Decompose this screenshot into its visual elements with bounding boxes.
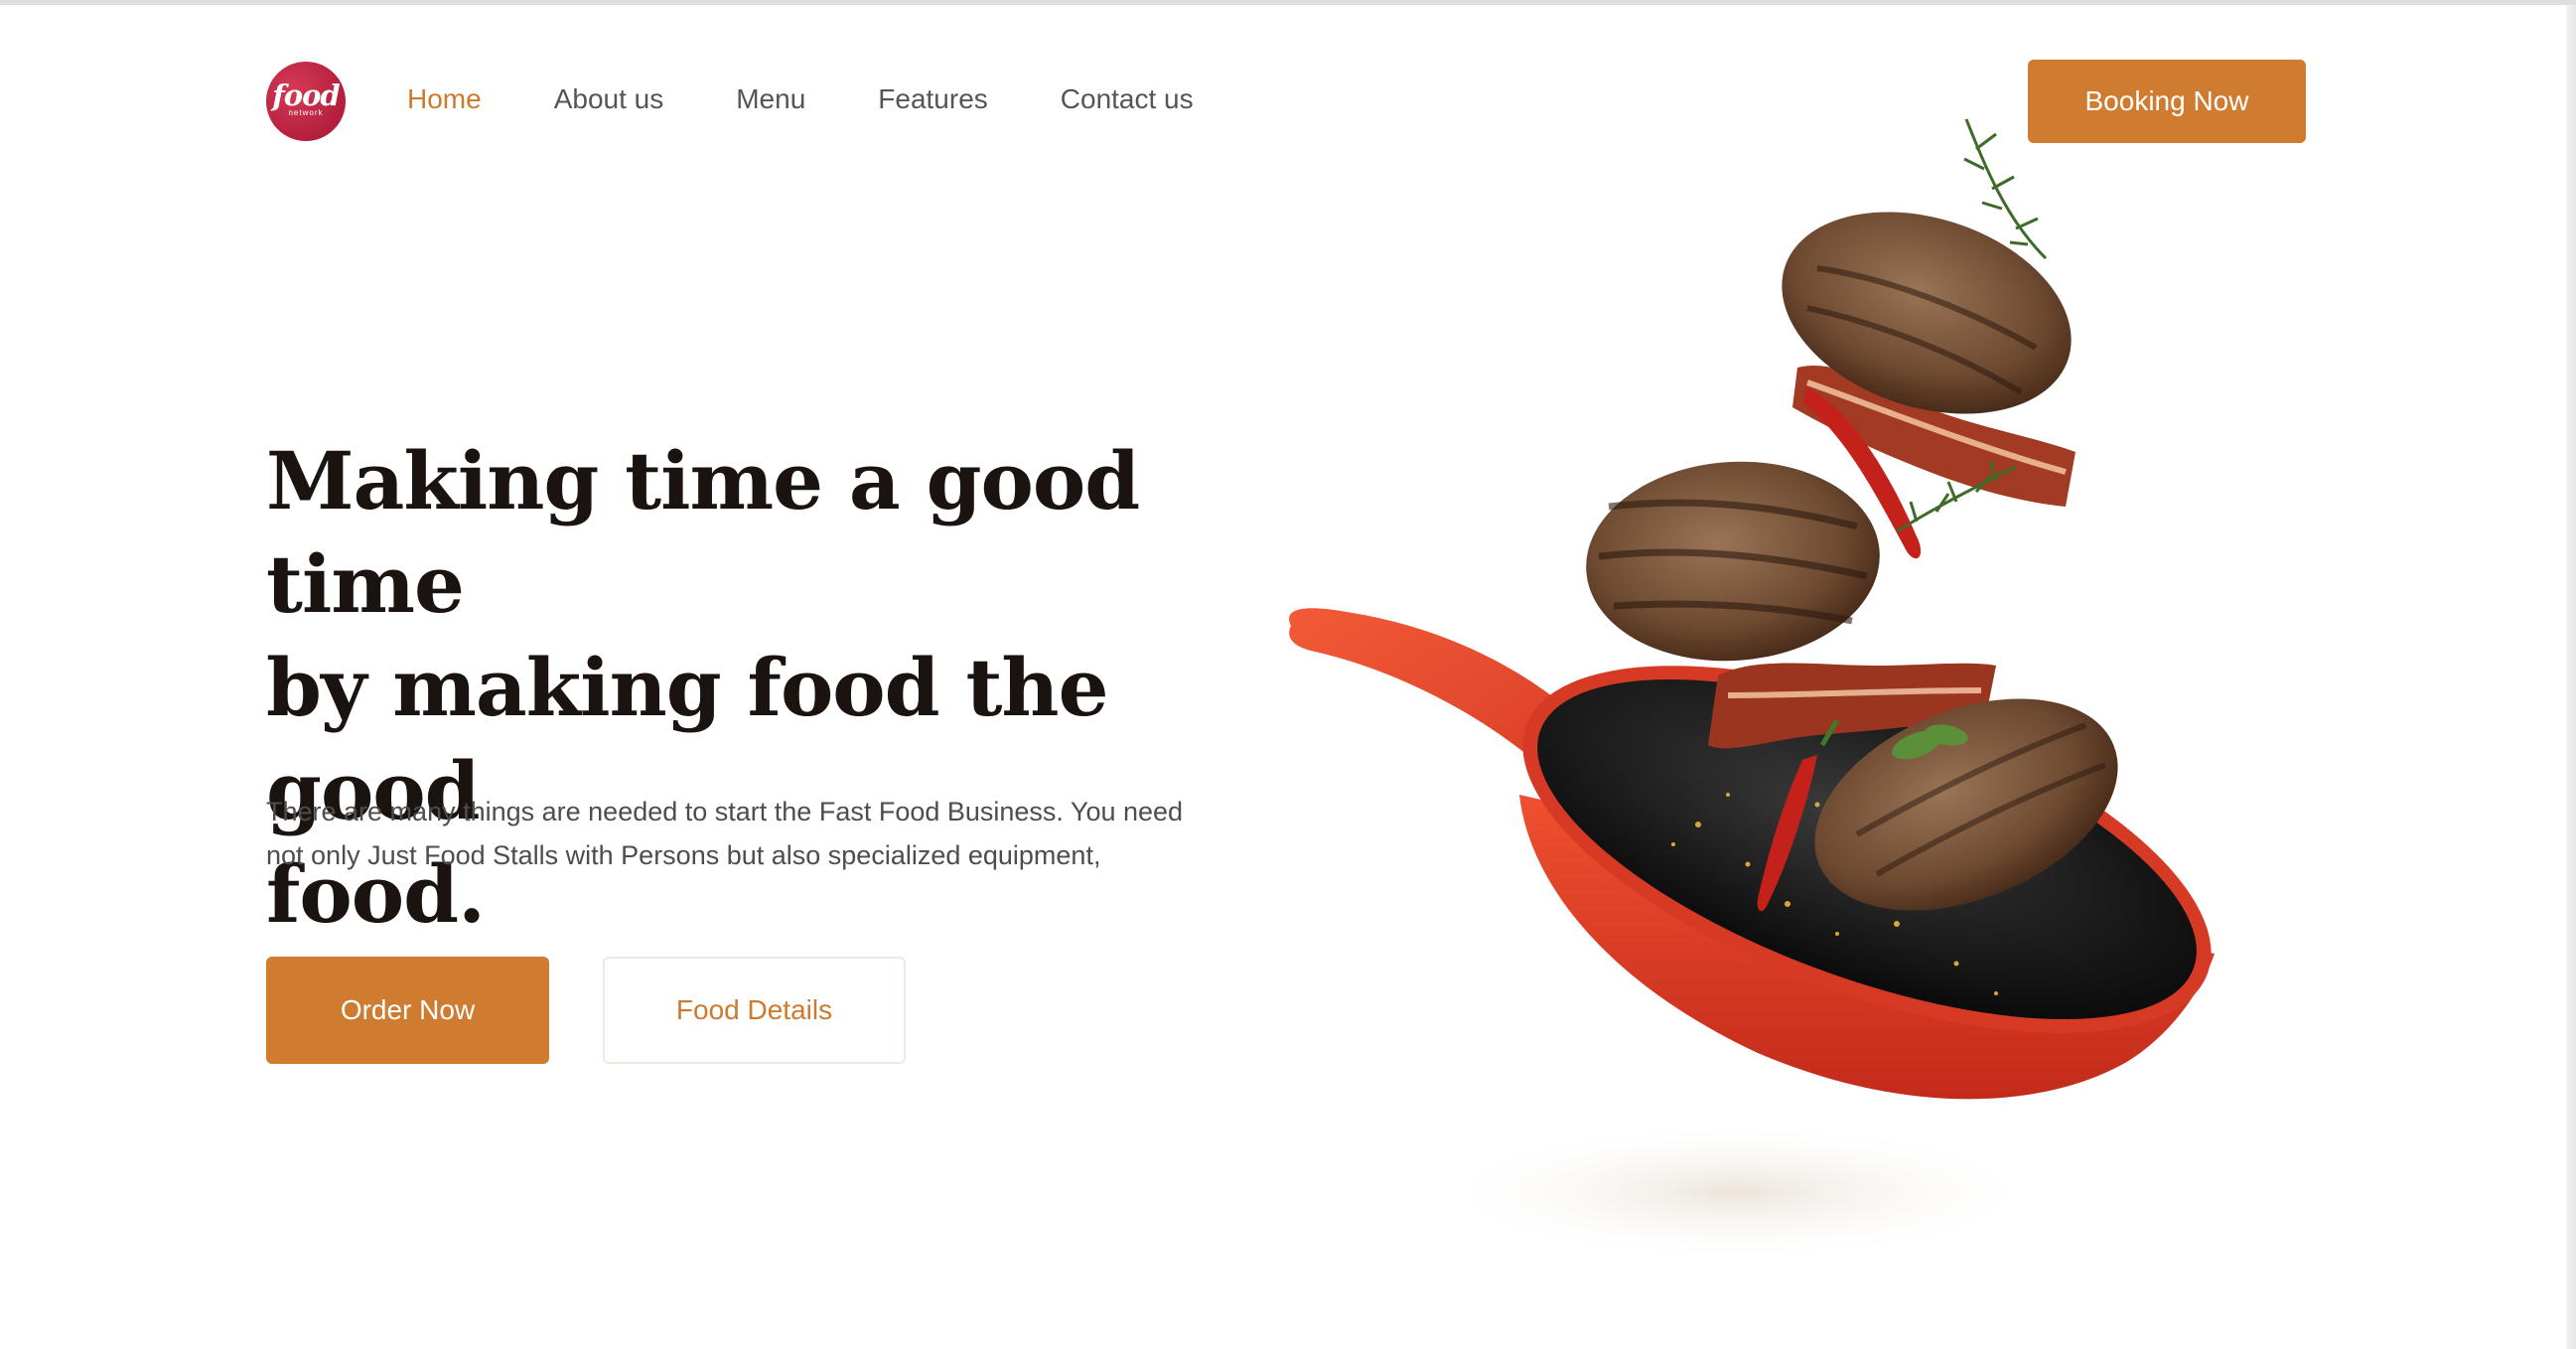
nav-item-contact-us[interactable]: Contact us [1061, 79, 1194, 119]
burger-patty-middle [1586, 461, 1880, 662]
brand-logo[interactable]: food network [266, 62, 346, 141]
hero-description-line: There are many things are needed to star… [266, 797, 1184, 826]
pan-shadow [1430, 1123, 2046, 1262]
main-nav: Home About us Menu Features Contact us [407, 79, 1266, 119]
food-details-button[interactable]: Food Details [603, 957, 906, 1064]
logo-wordmark: food [272, 78, 340, 112]
hero-description-line: not only Just Food Stalls with Persons b… [266, 840, 1101, 870]
nav-item-features[interactable]: Features [878, 79, 988, 119]
window-edge [2566, 5, 2576, 1349]
order-now-button[interactable]: Order Now [266, 957, 549, 1064]
nav-item-menu[interactable]: Menu [736, 79, 805, 119]
hero-description: There are many things are needed to star… [266, 790, 1269, 877]
nav-item-about-us[interactable]: About us [554, 79, 664, 119]
hero-title-line: Making time a good time [266, 434, 1140, 631]
nav-item-home[interactable]: Home [407, 79, 482, 119]
browser-top-border [0, 0, 2576, 5]
hero-food-illustration [1289, 118, 2215, 1262]
logo-subtext: network [288, 108, 324, 117]
